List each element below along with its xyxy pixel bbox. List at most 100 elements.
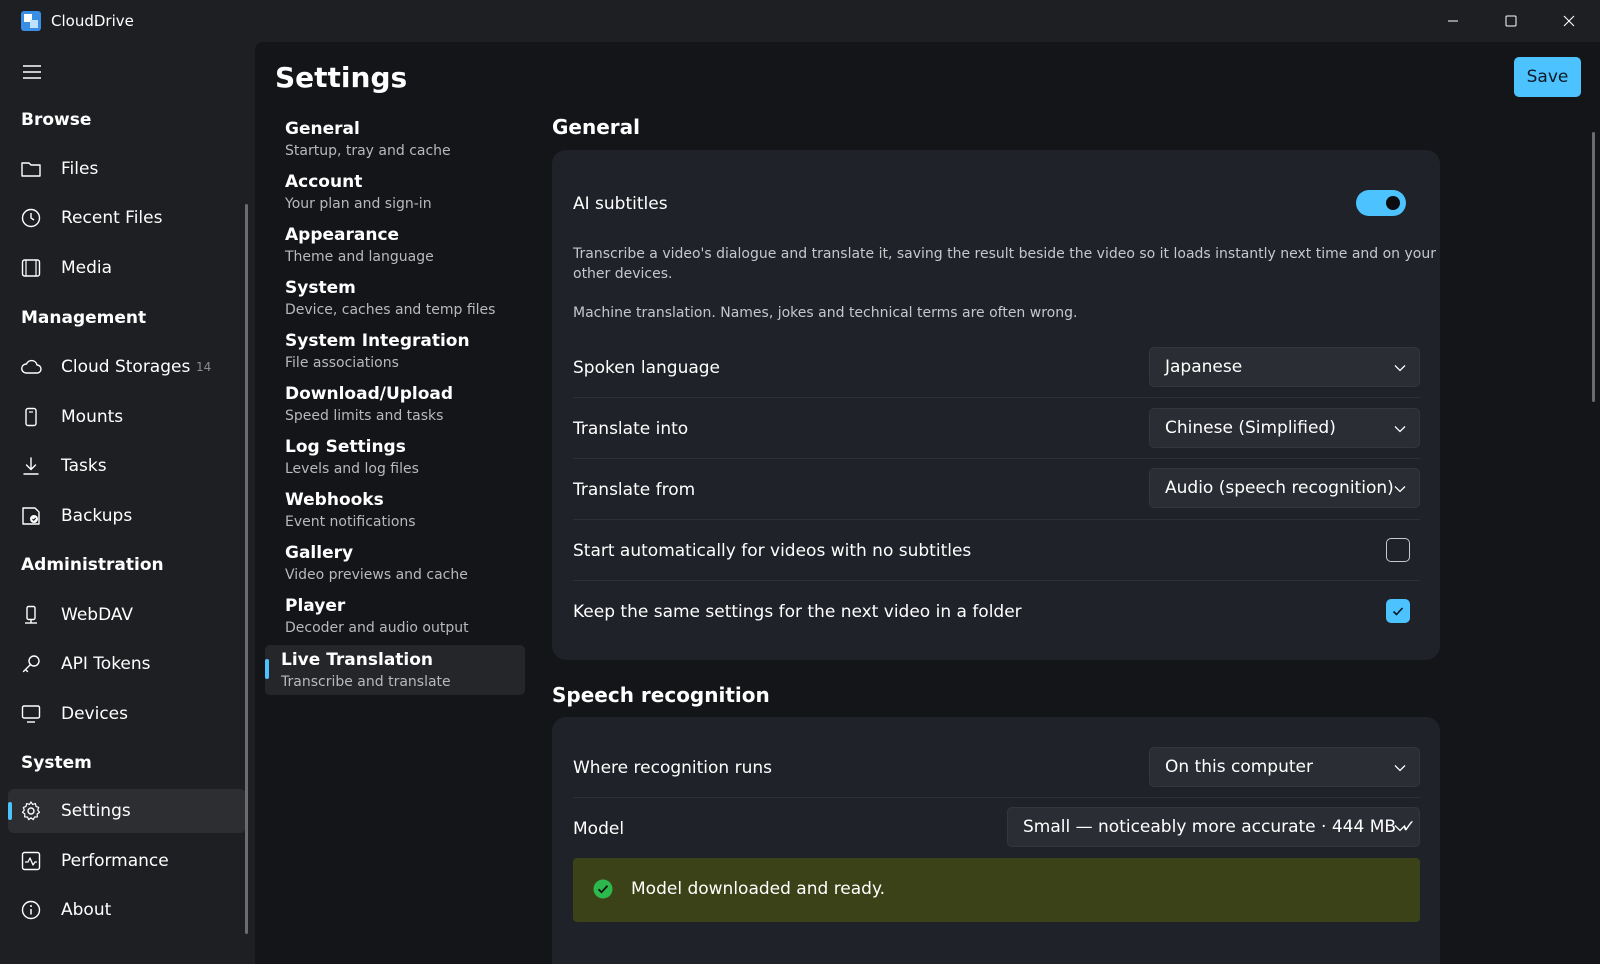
translate-from-select[interactable]: Audio (speech recognition) xyxy=(1149,468,1420,508)
save-button[interactable]: Save xyxy=(1514,57,1581,97)
settings-category-player[interactable]: Player Decoder and audio output xyxy=(269,594,525,642)
nav-item-about[interactable]: About xyxy=(8,888,246,932)
nav-item-label: Mounts xyxy=(61,407,124,427)
speech-recognition-card: Where recognition runs On this computer … xyxy=(552,717,1440,964)
recognition-location-select[interactable]: On this computer xyxy=(1149,747,1420,787)
select-value: Chinese (Simplified) xyxy=(1165,418,1336,438)
ai-subtitles-description: Transcribe a video's dialogue and transl… xyxy=(573,246,1436,262)
app-logo-icon xyxy=(21,11,41,31)
spoken-language-select[interactable]: Japanese xyxy=(1149,347,1420,387)
content-scrollbar[interactable] xyxy=(1592,132,1595,402)
nav-item-label: Media xyxy=(61,258,113,278)
nav-item-mounts[interactable]: Mounts xyxy=(8,395,246,439)
nav-item-label: About xyxy=(61,900,112,920)
nav-item-devices[interactable]: Devices xyxy=(8,692,246,736)
settings-category-log-settings[interactable]: Log Settings Levels and log files xyxy=(269,435,525,483)
ai-subtitles-note: Machine translation. Names, jokes and te… xyxy=(573,305,1078,321)
category-description: Speed limits and tasks xyxy=(285,408,444,424)
settings-category-system-integration[interactable]: System Integration File associations xyxy=(269,329,525,377)
general-settings-card: AI subtitles Transcribe a video's dialog… xyxy=(552,150,1440,660)
drive-icon xyxy=(25,407,37,427)
chevron-down-icon xyxy=(1394,426,1406,433)
settings-category-live-translation[interactable]: Live Translation Transcribe and translat… xyxy=(265,645,525,695)
nav-item-backups[interactable]: Backups xyxy=(8,494,246,538)
settings-category-system[interactable]: System Device, caches and temp files xyxy=(269,276,525,324)
model-label: Model xyxy=(573,819,625,839)
nav-item-api-tokens[interactable]: API Tokens xyxy=(8,642,246,686)
close-icon xyxy=(1563,15,1575,27)
translate-into-select[interactable]: Chinese (Simplified) xyxy=(1149,408,1420,448)
translate-from-label: Translate from xyxy=(573,480,696,500)
settings-category-webhooks[interactable]: Webhooks Event notifications xyxy=(269,488,525,536)
maximize-button[interactable] xyxy=(1488,6,1534,36)
active-indicator xyxy=(8,802,12,820)
film-icon xyxy=(21,259,41,277)
category-title: System Integration xyxy=(285,331,470,351)
category-description: Event notifications xyxy=(285,514,416,530)
nav-item-media[interactable]: Media xyxy=(8,246,246,290)
divider xyxy=(573,458,1420,459)
select-value: Japanese xyxy=(1165,357,1243,377)
settings-category-download-upload[interactable]: Download/Upload Speed limits and tasks xyxy=(269,382,525,430)
nav-item-performance[interactable]: Performance xyxy=(8,839,246,883)
category-title: Download/Upload xyxy=(285,384,454,404)
settings-category-gallery[interactable]: Gallery Video previews and cache xyxy=(269,541,525,589)
maximize-icon xyxy=(1505,15,1517,27)
ai-subtitles-toggle[interactable] xyxy=(1356,190,1406,216)
divider xyxy=(573,519,1420,520)
chevron-down-icon xyxy=(1394,486,1406,493)
nav-section-management: Management xyxy=(21,308,147,328)
category-title: System xyxy=(285,278,356,298)
category-title: Appearance xyxy=(285,225,400,245)
key-icon xyxy=(22,655,40,673)
active-indicator xyxy=(265,659,269,679)
folder-icon xyxy=(21,162,41,177)
divider xyxy=(573,580,1420,581)
nav-scrollbar[interactable] xyxy=(245,204,248,934)
category-description: Theme and language xyxy=(285,249,434,265)
spoken-language-label: Spoken language xyxy=(573,358,721,378)
app-title: CloudDrive xyxy=(51,12,134,30)
nav-item-files[interactable]: Files xyxy=(8,147,246,191)
model-status-text: Model downloaded and ready. xyxy=(631,879,886,899)
divider xyxy=(573,397,1420,398)
server-icon xyxy=(25,605,37,624)
settings-category-appearance[interactable]: Appearance Theme and language xyxy=(269,223,525,271)
nav-item-recent-files[interactable]: Recent Files xyxy=(8,196,246,240)
nav-section-system: System xyxy=(21,753,92,773)
keep-settings-checkbox[interactable] xyxy=(1386,599,1410,623)
menu-toggle-button[interactable] xyxy=(14,56,50,88)
settings-category-general[interactable]: General Startup, tray and cache xyxy=(269,117,525,165)
chevron-down-icon xyxy=(1394,765,1406,772)
nav-item-cloud-storages[interactable]: Cloud Storages 14 xyxy=(8,345,246,389)
nav-item-webdav[interactable]: WebDAV xyxy=(8,593,246,637)
title-bar: CloudDrive xyxy=(0,0,1600,42)
auto-start-checkbox[interactable] xyxy=(1386,538,1410,562)
monitor-icon xyxy=(21,705,41,723)
nav-item-label: Cloud Storages xyxy=(61,357,191,377)
cloud-icon xyxy=(21,359,42,374)
category-description: Video previews and cache xyxy=(285,567,468,583)
download-icon xyxy=(23,457,39,475)
minimize-button[interactable] xyxy=(1430,6,1476,36)
nav-section-browse: Browse xyxy=(21,110,92,130)
model-select[interactable]: Small — noticeably more accurate · 444 M… xyxy=(1007,807,1420,847)
clock-icon xyxy=(21,208,41,228)
chevron-down-icon xyxy=(1394,365,1406,372)
nav-item-label: WebDAV xyxy=(61,605,134,625)
nav-item-label: Recent Files xyxy=(61,208,163,228)
category-description: Decoder and audio output xyxy=(285,620,469,636)
nav-item-label: API Tokens xyxy=(61,654,151,674)
category-description: Device, caches and temp files xyxy=(285,302,496,318)
ai-subtitles-label: AI subtitles xyxy=(573,194,668,214)
ai-subtitles-description-continued: other devices. xyxy=(573,266,673,282)
category-description: Startup, tray and cache xyxy=(285,143,451,159)
select-value: Audio (speech recognition) xyxy=(1165,478,1394,498)
settings-category-account[interactable]: Account Your plan and sign-in xyxy=(269,170,525,218)
close-button[interactable] xyxy=(1546,6,1592,36)
settings-content: Settings Save General Startup, tray and … xyxy=(255,42,1600,964)
nav-item-label: Files xyxy=(61,159,99,179)
nav-item-tasks[interactable]: Tasks xyxy=(8,444,246,488)
toggle-knob xyxy=(1386,196,1400,210)
nav-item-settings[interactable]: Settings xyxy=(8,789,246,833)
